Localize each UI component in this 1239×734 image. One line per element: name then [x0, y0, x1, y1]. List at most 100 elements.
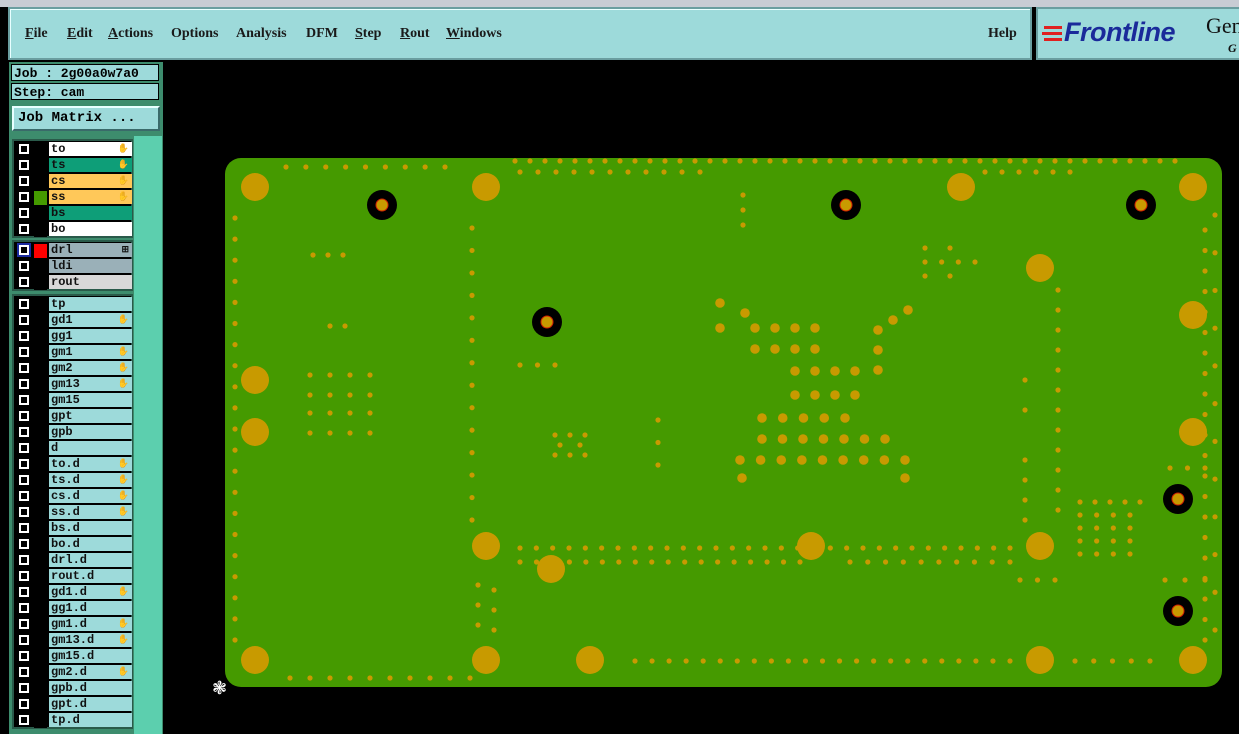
layer-name[interactable]: bo.d	[49, 537, 132, 551]
graphic-canvas[interactable]	[163, 62, 1239, 734]
layer-row[interactable]: drl ⊞	[14, 243, 133, 258]
layer-checkbox[interactable]	[19, 571, 29, 581]
layer-name[interactable]: to.d ✋	[49, 457, 132, 471]
layer-checkbox[interactable]	[19, 523, 29, 533]
layer-row[interactable]: gm2.d ✋	[14, 665, 133, 680]
layer-name[interactable]: gm2.d ✋	[49, 665, 132, 679]
layer-row[interactable]: ts ✋	[14, 158, 133, 173]
menu-file[interactable]: File	[25, 26, 48, 42]
menu-rout[interactable]: Rout	[400, 26, 430, 42]
layer-name[interactable]: gg1.d	[49, 601, 132, 615]
layer-checkbox[interactable]	[19, 651, 29, 661]
layer-checkbox[interactable]	[19, 299, 29, 309]
layer-name[interactable]: gpb.d	[49, 681, 132, 695]
layer-checkbox[interactable]	[19, 331, 29, 341]
layer-name[interactable]: gm2 ✋	[49, 361, 132, 375]
layer-row[interactable]: tp.d	[14, 713, 133, 728]
expand-box-icon[interactable]: ⊞	[121, 243, 129, 257]
layer-row[interactable]: gd1.d ✋	[14, 585, 133, 600]
layer-checkbox[interactable]	[19, 261, 29, 271]
layer-row[interactable]: rout.d	[14, 569, 133, 584]
layer-row[interactable]: gm13 ✋	[14, 377, 133, 392]
layer-name[interactable]: gm15	[49, 393, 132, 407]
layer-name[interactable]: d	[49, 441, 132, 455]
layer-name[interactable]: gd1.d ✋	[49, 585, 132, 599]
layer-checkbox[interactable]	[19, 395, 29, 405]
layer-checkbox[interactable]	[19, 379, 29, 389]
layer-name[interactable]: bo	[49, 222, 132, 236]
layer-row[interactable]: gm13.d ✋	[14, 633, 133, 648]
layer-checkbox[interactable]	[19, 475, 29, 485]
layer-checkbox[interactable]	[19, 427, 29, 437]
layer-checkbox[interactable]	[19, 144, 29, 154]
layer-checkbox[interactable]	[19, 491, 29, 501]
layer-row[interactable]: gd1 ✋	[14, 313, 133, 328]
layer-row[interactable]: ldi	[14, 259, 133, 274]
job-matrix-button[interactable]: Job Matrix ...	[12, 106, 160, 131]
menu-help[interactable]: Help	[988, 26, 1017, 42]
layer-row[interactable]: ss ✋	[14, 190, 133, 205]
layer-checkbox[interactable]	[19, 411, 29, 421]
layer-name[interactable]: gpt	[49, 409, 132, 423]
layer-name[interactable]: bs	[49, 206, 132, 220]
menu-actions[interactable]: Actions	[108, 26, 153, 42]
layer-checkbox[interactable]	[19, 443, 29, 453]
layer-name[interactable]: ldi	[49, 259, 132, 273]
layer-name[interactable]: to ✋	[49, 142, 132, 156]
layer-row[interactable]: bs	[14, 206, 133, 221]
layer-name[interactable]: ts.d ✋	[49, 473, 132, 487]
layer-name[interactable]: rout.d	[49, 569, 132, 583]
layer-row[interactable]: to ✋	[14, 142, 133, 157]
layer-checkbox[interactable]	[19, 699, 29, 709]
layer-row[interactable]: rout	[14, 275, 133, 290]
layer-checkbox[interactable]	[19, 277, 29, 287]
layer-checkbox[interactable]	[19, 587, 29, 597]
layer-row[interactable]: gpt.d	[14, 697, 133, 712]
layer-row[interactable]: gpb	[14, 425, 133, 440]
layer-name[interactable]: gm13.d ✋	[49, 633, 132, 647]
layer-row[interactable]: bo	[14, 222, 133, 237]
layer-name[interactable]: gg1	[49, 329, 132, 343]
layer-row[interactable]: tp	[14, 297, 133, 312]
layer-checkbox[interactable]	[19, 160, 29, 170]
layer-row[interactable]: to.d ✋	[14, 457, 133, 472]
layer-row[interactable]: cs.d ✋	[14, 489, 133, 504]
layer-checkbox[interactable]	[19, 176, 29, 186]
layer-name[interactable]: gd1 ✋	[49, 313, 132, 327]
layer-row[interactable]: ts.d ✋	[14, 473, 133, 488]
layer-row[interactable]: ss.d ✋	[14, 505, 133, 520]
layer-row[interactable]: gg1	[14, 329, 133, 344]
layer-name[interactable]: cs.d ✋	[49, 489, 132, 503]
layer-name[interactable]: bs.d	[49, 521, 132, 535]
layer-row[interactable]: gm1.d ✋	[14, 617, 133, 632]
layer-checkbox[interactable]	[19, 715, 29, 725]
layer-name[interactable]: ts ✋	[49, 158, 132, 172]
layer-checkbox[interactable]	[19, 224, 29, 234]
layer-row[interactable]: drl.d	[14, 553, 133, 568]
menu-edit[interactable]: Edit	[67, 26, 93, 42]
layer-checkbox[interactable]	[19, 363, 29, 373]
layer-name[interactable]: rout	[49, 275, 132, 289]
layer-checkbox[interactable]	[19, 539, 29, 549]
layer-row[interactable]: gm15	[14, 393, 133, 408]
layer-name[interactable]: tp.d	[49, 713, 132, 727]
layer-name[interactable]: drl ⊞	[49, 243, 132, 257]
layer-checkbox[interactable]	[19, 507, 29, 517]
layer-checkbox[interactable]	[17, 243, 31, 257]
layer-checkbox[interactable]	[19, 315, 29, 325]
layer-row[interactable]: d	[14, 441, 133, 456]
menu-options[interactable]: Options	[171, 26, 218, 42]
layer-name[interactable]: ss ✋	[49, 190, 132, 204]
layer-name[interactable]: cs ✋	[49, 174, 132, 188]
layer-row[interactable]: gm2 ✋	[14, 361, 133, 376]
layer-name[interactable]: ss.d ✋	[49, 505, 132, 519]
layer-name[interactable]: gm1 ✋	[49, 345, 132, 359]
layer-checkbox[interactable]	[19, 192, 29, 202]
layer-checkbox[interactable]	[19, 667, 29, 677]
menu-analysis[interactable]: Analysis	[236, 26, 287, 42]
layer-name[interactable]: gpt.d	[49, 697, 132, 711]
layer-checkbox[interactable]	[19, 603, 29, 613]
layer-name[interactable]: gm1.d ✋	[49, 617, 132, 631]
layer-row[interactable]: gm15.d	[14, 649, 133, 664]
layer-row[interactable]: cs ✋	[14, 174, 133, 189]
